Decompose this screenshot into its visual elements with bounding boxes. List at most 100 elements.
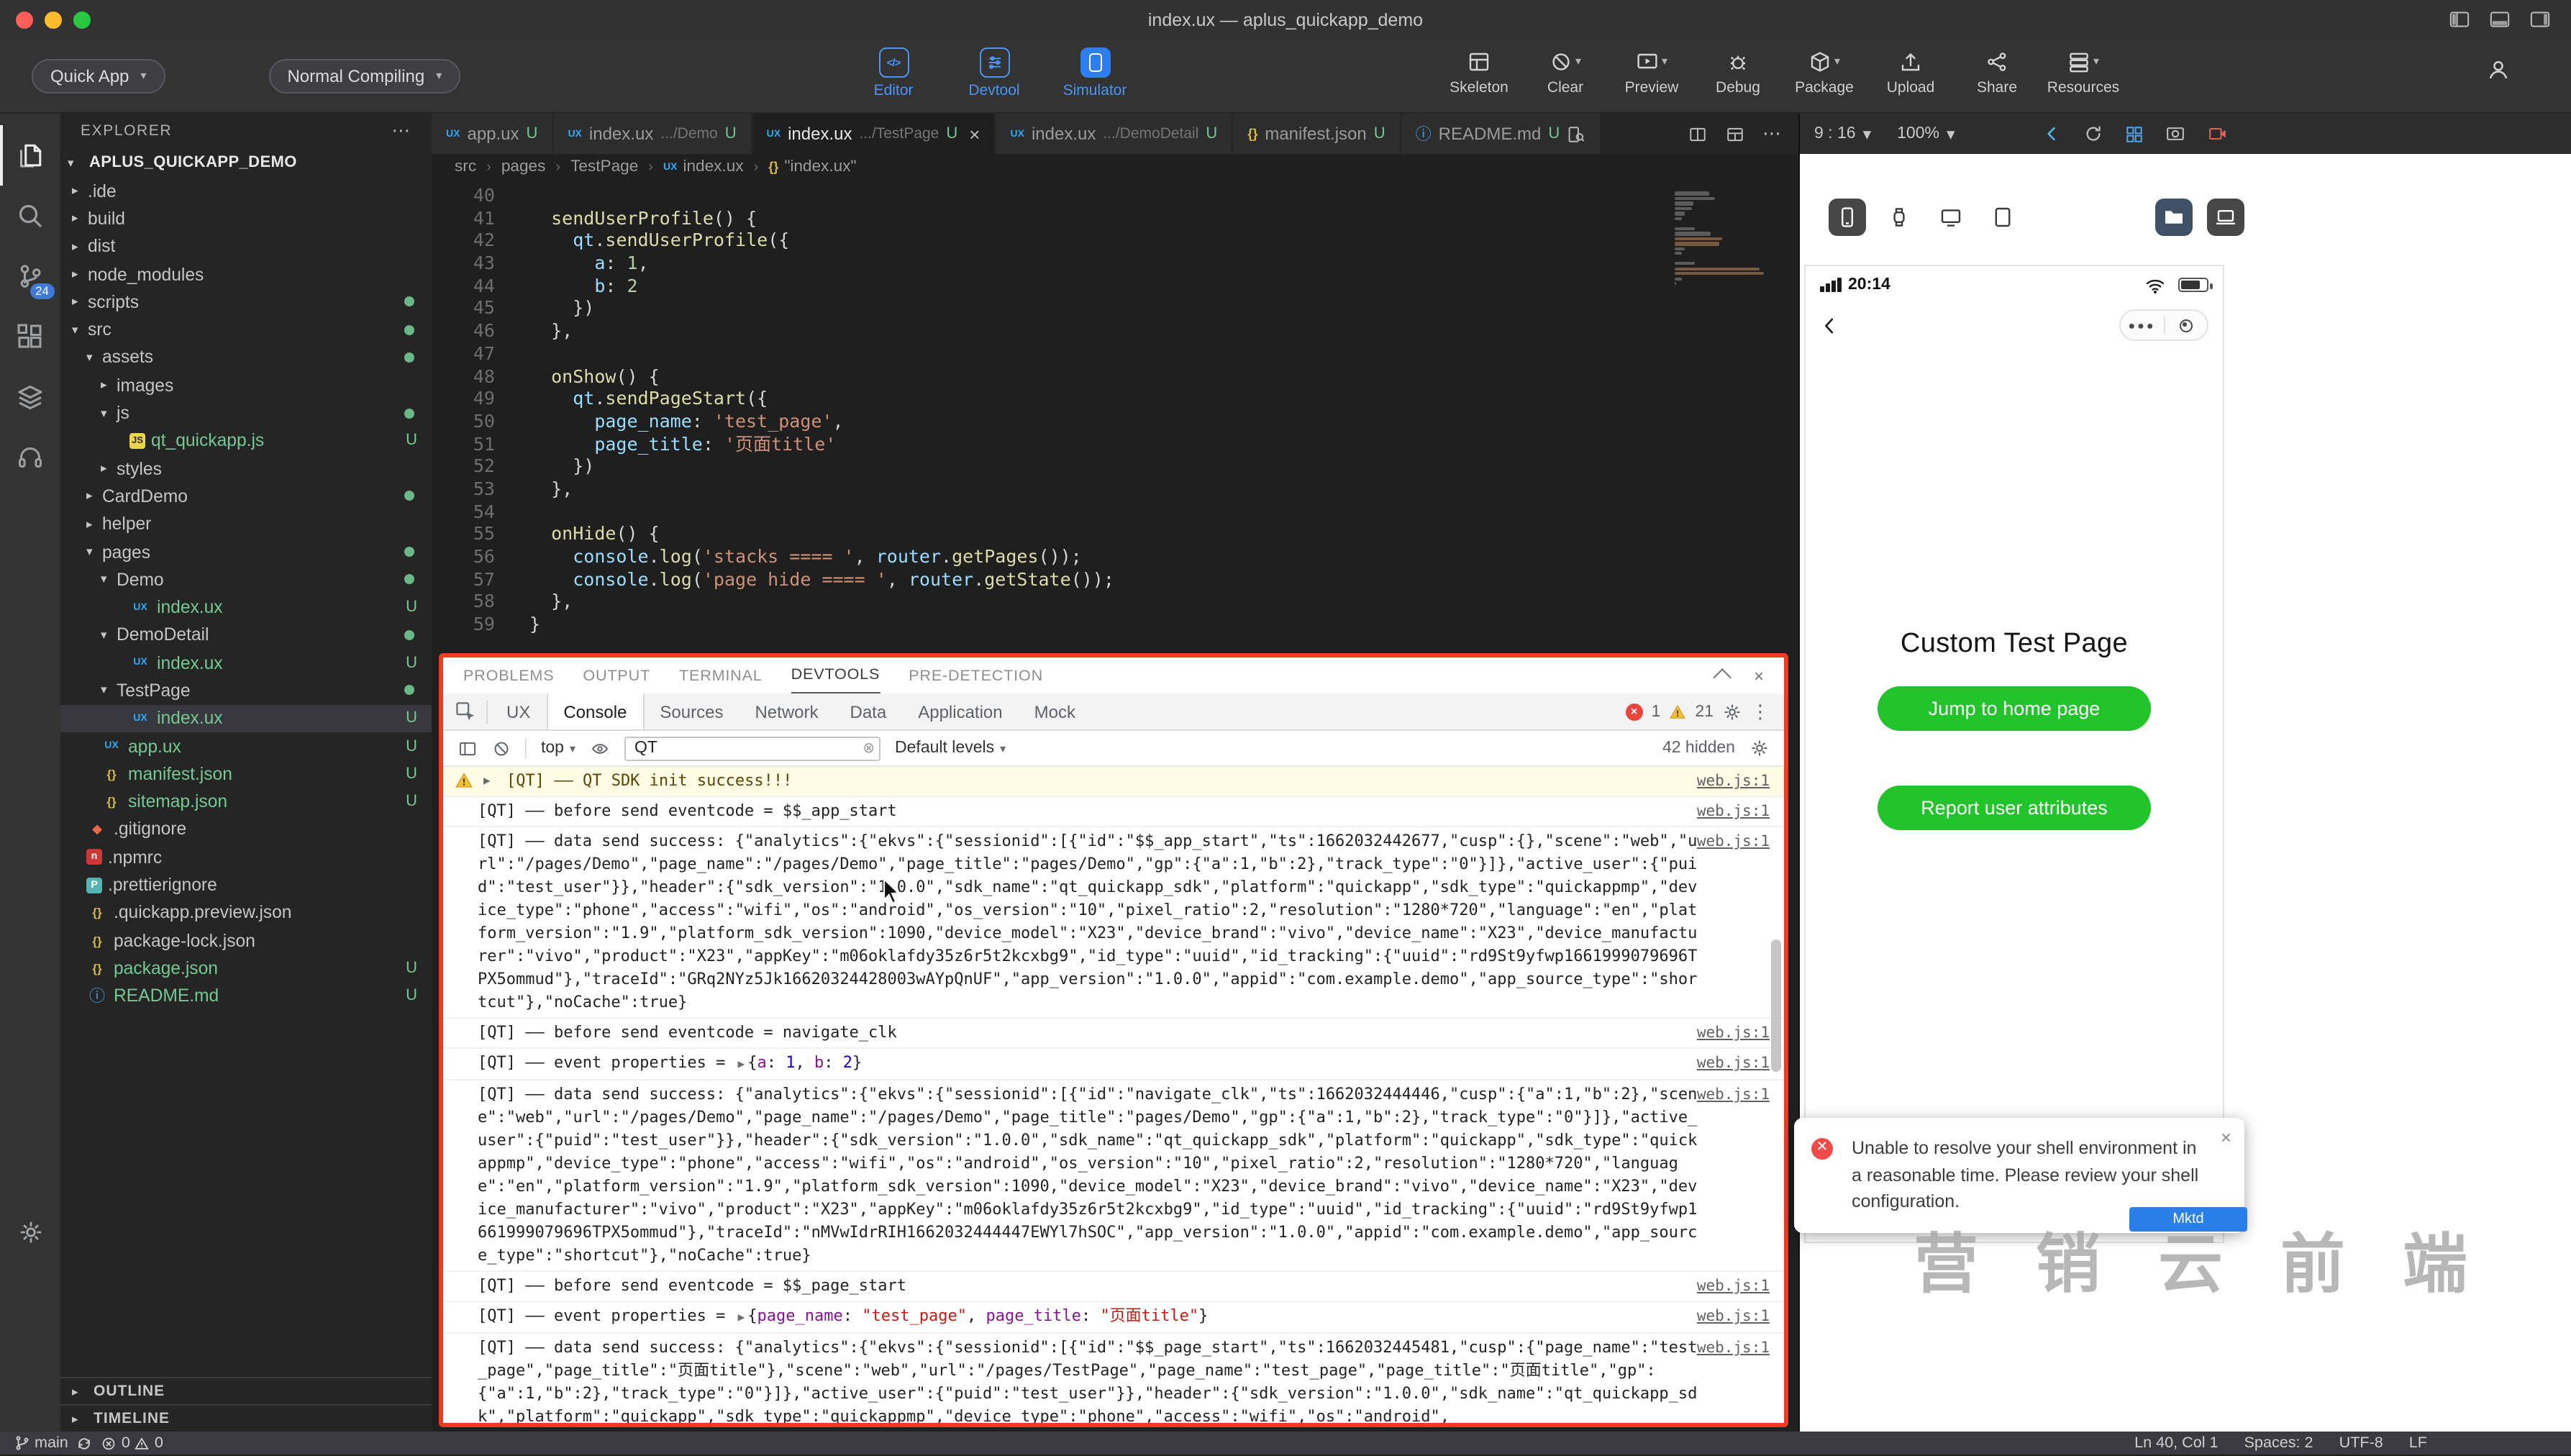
activity-headset-button[interactable] [0,427,60,488]
tree-item-readme-md[interactable]: ⓘREADME.mdU [60,982,432,1010]
device-tv-button[interactable] [1932,199,1970,236]
source-link[interactable]: web.js:1 [1697,800,1770,823]
source-link[interactable]: web.js:1 [1697,830,1770,853]
panel-tab-pre-detection[interactable]: PRE-DETECTION [909,658,1043,693]
minimize-window-button[interactable] [45,11,62,28]
tree-item-src[interactable]: ▾src [60,316,432,344]
breadcrumb-item-pages[interactable]: pages [501,158,546,176]
close-window-button[interactable] [16,11,33,28]
clear-button[interactable]: ▾Clear [1525,50,1606,96]
tab-index-ux-2[interactable]: UXindex.ux.../TestPageU× [752,114,996,154]
minimap[interactable] [1675,187,1778,287]
tab-index-ux-3[interactable]: UXindex.ux.../DemoDetailU [996,114,1233,154]
panel-tab-terminal[interactable]: TERMINAL [679,658,763,693]
breadcrumb-item-testpage[interactable]: TestPage [570,158,638,176]
tree-item-node-modules[interactable]: ▸node_modules [60,260,432,288]
tree-item-manifest-json[interactable]: {}manifest.jsonU [60,760,432,788]
folder-panel-button[interactable] [2155,199,2193,236]
devtools-tab-network[interactable]: Network [739,693,834,729]
tree-item-demodetail[interactable]: ▾DemoDetail [60,622,432,650]
console-output[interactable]: ▶[QT] —— QT SDK init success!!!web.js:1[… [443,767,1784,1423]
devtools-tab-application[interactable]: Application [902,693,1018,729]
layout-grid-icon[interactable] [1725,124,1745,143]
warning-count[interactable]: 21 [1695,703,1714,720]
tree-item-styles[interactable]: ▸styles [60,455,432,483]
close-notification-icon[interactable]: × [2221,1125,2231,1152]
console-message-1[interactable]: ▶[QT] —— QT SDK init success!!!web.js:1 [443,767,1784,796]
more-actions-icon[interactable]: ⋯ [391,119,411,142]
console-message-6[interactable]: [QT] —— data send success: {"analytics":… [443,1079,1784,1270]
activity-extensions-button[interactable] [0,306,60,367]
tree-item-images[interactable]: ▸images [60,371,432,399]
tree-item-index-ux[interactable]: UXindex.uxU [60,593,432,622]
tree-item-quickapp-preview-json[interactable]: {}.quickapp.preview.json [60,898,432,927]
tree-item-app-ux[interactable]: UXapp.uxU [60,732,432,760]
tree-item-index-ux[interactable]: UXindex.uxU [60,649,432,677]
package-button[interactable]: ▾Package [1784,50,1865,96]
tree-item-scripts[interactable]: ▸scripts [60,288,432,316]
console-sidebar-icon[interactable] [458,739,478,757]
tree-item-demo[interactable]: ▾Demo [60,565,432,593]
mode-devtool-button[interactable]: Devtool [955,47,1033,99]
breadcrumb-item-index-ux[interactable]: UXindex.ux [663,158,744,176]
screenshot-icon[interactable] [2165,124,2185,144]
device-tablet-button[interactable] [1984,199,2021,236]
panel-tab-problems[interactable]: PROBLEMS [463,658,554,693]
console-settings-icon[interactable] [1749,738,1770,758]
breadcrumb-item-src[interactable]: src [455,158,476,176]
tree-item-gitignore[interactable]: ◆.gitignore [60,816,432,844]
panel-tab-output[interactable]: OUTPUT [583,658,650,693]
more-actions-icon[interactable]: ⋯ [1762,122,1781,145]
console-message-2[interactable]: [QT] —— before send eventcode = $$_app_s… [443,796,1784,826]
tree-item-sitemap-json[interactable]: {}sitemap.jsonU [60,788,432,816]
project-root-folder[interactable]: ▾ APLUS_QUICKAPP_DEMO [60,148,432,177]
maximize-window-button[interactable] [73,11,91,28]
source-link[interactable]: web.js:1 [1697,1022,1770,1045]
error-count[interactable]: 1 [1652,703,1661,720]
devtools-settings-icon[interactable] [1722,701,1742,722]
devtools-tab-mock[interactable]: Mock [1019,693,1091,729]
tree-item-testpage[interactable]: ▾TestPage [60,677,432,705]
more-menu-icon[interactable]: ●●● [2121,319,2163,332]
activity-search-button[interactable] [0,186,60,246]
debug-button[interactable]: Debug [1698,50,1778,96]
tree-item-package-json[interactable]: {}package.jsonU [60,955,432,983]
gear-icon[interactable] [0,1210,60,1253]
refresh-icon[interactable] [2083,124,2103,144]
mode-editor-button[interactable]: </>Editor [855,47,932,99]
layout-panel-icon[interactable] [2489,10,2511,29]
device-phone-button[interactable] [1829,199,1866,236]
source-link[interactable]: web.js:1 [1697,1052,1770,1075]
upload-button[interactable]: Upload [1870,50,1951,96]
tree-item-dist[interactable]: ▸dist [60,232,432,260]
devtools-tab-console[interactable]: Console [546,693,644,729]
problems-indicator[interactable]: 0 0 [101,1434,163,1452]
preview-button[interactable]: ▾Preview [1611,50,1692,96]
panel-tab-devtools[interactable]: DEVTOOLS [791,658,880,693]
close-icon[interactable]: × [969,123,980,145]
console-message-9[interactable]: [QT] —— data send success: {"analytics":… [443,1332,1784,1423]
source-link[interactable]: web.js:1 [1697,1275,1770,1298]
log-levels-select[interactable]: Default levels ▾ [895,740,1006,757]
source-link[interactable]: web.js:1 [1697,1337,1770,1360]
clear-filter-icon[interactable]: ⊗ [863,740,875,756]
skeleton-button[interactable]: Skeleton [1439,50,1519,96]
record-icon[interactable] [2207,124,2229,144]
close-app-icon[interactable] [2165,319,2207,332]
console-scrollbar[interactable] [1771,939,1781,1072]
status-utf-8[interactable]: UTF-8 [2339,1434,2383,1452]
section-outline[interactable]: ▸OUTLINE [60,1377,432,1404]
zoom-select[interactable]: 100% ▾ [1897,124,1955,144]
status-lf[interactable]: LF [2409,1434,2427,1452]
status-spaces-2[interactable]: Spaces: 2 [2244,1434,2313,1452]
share-button[interactable]: Share [1957,50,2037,96]
chevron-up-icon[interactable] [1713,668,1731,686]
sim-button-report-user-attributes[interactable]: Report user attributes [1878,786,2151,830]
simulator-screen[interactable]: 20:14 ●●● Custom Test Page [1804,265,2224,1243]
section-timeline[interactable]: ▸TIMELINE [60,1404,432,1432]
console-message-3[interactable]: [QT] —— data send success: {"analytics":… [443,826,1784,1017]
git-branch-indicator[interactable]: main [14,1434,68,1452]
tab-readme-md-5[interactable]: ⓘREADME.mdU [1401,114,1602,154]
tree-item-ide[interactable]: ▸.ide [60,177,432,205]
code-editor[interactable]: 4041424344454647484950515253545556575859… [432,180,1798,653]
